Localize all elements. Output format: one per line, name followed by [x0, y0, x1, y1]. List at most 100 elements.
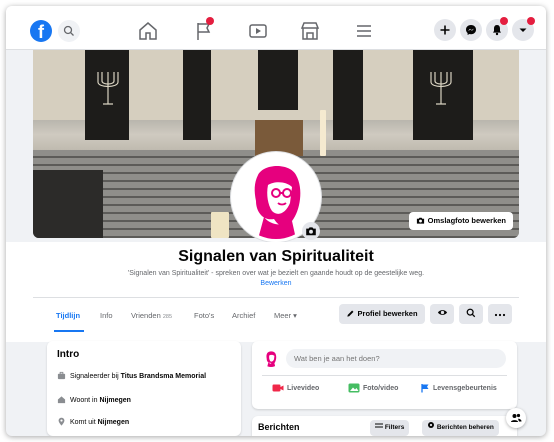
- tab-friends[interactable]: Vrienden 285: [131, 304, 172, 328]
- pages-button[interactable]: [192, 17, 216, 43]
- intro-lives-in: Woont in Nijmegen: [57, 395, 131, 404]
- create-button[interactable]: [434, 19, 456, 41]
- people-icon: [511, 413, 522, 422]
- intro-city-link[interactable]: Nijmegen: [99, 397, 131, 404]
- page-title: Signalen van Spiritualiteit: [178, 248, 374, 265]
- cover-pillar: [258, 50, 298, 110]
- home-button[interactable]: [136, 19, 160, 43]
- live-video-label: Livevideo: [287, 385, 320, 392]
- post-composer: Livevideo Foto/video Levensgebeurtenis: [252, 341, 517, 409]
- notifications-button[interactable]: [486, 17, 508, 41]
- intro-work: Signaleerder bij Titus Brandsma Memorial: [57, 371, 206, 380]
- tab-label: Meer ▾: [274, 311, 297, 320]
- menorah-icon: [430, 72, 452, 105]
- eye-icon: [437, 310, 447, 315]
- intro-row-text: Komt uit: [70, 419, 98, 426]
- manage-posts-label: Berichten beheren: [436, 424, 494, 431]
- watch-button[interactable]: [246, 19, 270, 43]
- messenger-icon: [466, 25, 476, 35]
- camera-icon: [306, 227, 316, 236]
- tab-photos[interactable]: Foto's: [194, 304, 214, 328]
- cover-altar: [255, 120, 303, 156]
- tab-label: Vrienden: [131, 311, 161, 320]
- notification-dot: [206, 17, 214, 25]
- messenger-button[interactable]: [460, 19, 482, 41]
- filters-button[interactable]: Filters: [370, 420, 410, 436]
- intro-from: Komt uit Nijmegen: [57, 417, 129, 426]
- profile-header: Signalen van Spiritualiteit 'Signalen va…: [6, 242, 546, 342]
- gear-icon: [428, 422, 434, 428]
- manage-posts-button[interactable]: Berichten beheren: [422, 420, 499, 436]
- top-navigation-bar: f: [6, 6, 546, 50]
- update-profile-picture-button[interactable]: [302, 222, 320, 240]
- tab-timeline[interactable]: Tijdlijn: [56, 304, 80, 328]
- tab-label: Info: [100, 311, 113, 320]
- tab-label: Archief: [232, 311, 256, 320]
- composer-avatar[interactable]: [262, 349, 280, 367]
- photo-video-label: Foto/video: [363, 385, 399, 392]
- browser-frame: f Omslagfoto bewerken Signalen van Spiri…: [6, 6, 546, 436]
- plus-icon: [440, 25, 450, 35]
- intro-row-text: Signaleerder bij: [70, 373, 121, 380]
- active-tab-indicator: [54, 330, 84, 332]
- notification-dot: [527, 17, 535, 25]
- intro-row-text: Woont in: [70, 397, 100, 404]
- facebook-logo[interactable]: f: [30, 20, 52, 42]
- flag-icon: [421, 384, 429, 393]
- live-video-icon: [272, 384, 284, 392]
- portrait-logo-icon: [266, 351, 277, 367]
- house-icon: [57, 396, 66, 404]
- menorah-icon: [97, 72, 119, 105]
- marketplace-icon: [300, 22, 320, 40]
- briefcase-icon: [57, 371, 66, 380]
- search-profile-button[interactable]: [459, 304, 483, 324]
- tab-label: Tijdlijn: [56, 311, 81, 320]
- edit-profile-label: Profiel bewerken: [357, 309, 418, 318]
- live-video-button[interactable]: Livevideo: [272, 383, 319, 393]
- search-button[interactable]: [58, 20, 80, 42]
- intro-hometown-link[interactable]: Nijmegen: [98, 419, 130, 426]
- photo-icon: [348, 383, 360, 393]
- cover-candle: [211, 212, 229, 238]
- cover-pillar: [183, 50, 211, 140]
- menu-button[interactable]: [352, 19, 376, 43]
- composer-divider: [262, 375, 507, 376]
- notification-dot: [500, 17, 508, 25]
- marketplace-button[interactable]: [298, 19, 322, 43]
- camera-icon: [416, 217, 424, 224]
- pencil-icon: [347, 310, 354, 317]
- posts-section: Berichten Filters Berichten beheren: [252, 416, 517, 436]
- cover-candle: [320, 110, 326, 156]
- intro-workplace-link[interactable]: Titus Brandsma Memorial: [121, 373, 206, 380]
- intro-title: Intro: [57, 349, 80, 360]
- edit-cover-photo-button[interactable]: Omslagfoto bewerken: [408, 212, 513, 230]
- bell-icon: [493, 25, 501, 36]
- tab-archive[interactable]: Archief: [232, 304, 255, 328]
- home-icon: [139, 22, 157, 40]
- cover-pillar: [333, 50, 363, 140]
- intro-card: Intro Signaleerder bij Titus Brandsma Me…: [47, 341, 241, 436]
- tab-info[interactable]: Info: [100, 304, 113, 328]
- page-bio: 'Signalen van Spiritualiteit' - spreken …: [127, 270, 425, 277]
- account-button[interactable]: [512, 17, 535, 41]
- more-options-button[interactable]: [488, 304, 512, 324]
- tab-label: Foto's: [194, 311, 215, 320]
- filters-label: Filters: [384, 424, 405, 431]
- sliders-icon: [375, 423, 383, 428]
- video-icon: [249, 24, 267, 38]
- chevron-down-icon: [519, 28, 527, 32]
- friends-count: 285: [162, 314, 173, 320]
- location-pin-icon: [58, 417, 65, 426]
- edit-bio-link[interactable]: Bewerken: [6, 280, 546, 287]
- search-icon: [466, 308, 476, 318]
- tab-more[interactable]: Meer ▾: [274, 304, 297, 328]
- contacts-floating-button[interactable]: [506, 408, 526, 428]
- ellipsis-icon: [494, 313, 506, 317]
- life-event-button[interactable]: Levensgebeurtenis: [420, 383, 497, 393]
- whats-on-your-mind-input[interactable]: [286, 349, 506, 368]
- view-as-button[interactable]: [430, 304, 454, 324]
- search-icon: [63, 25, 74, 36]
- posts-title: Berichten: [258, 422, 300, 432]
- edit-profile-button[interactable]: Profiel bewerken: [339, 304, 425, 324]
- photo-video-button[interactable]: Foto/video: [348, 383, 398, 393]
